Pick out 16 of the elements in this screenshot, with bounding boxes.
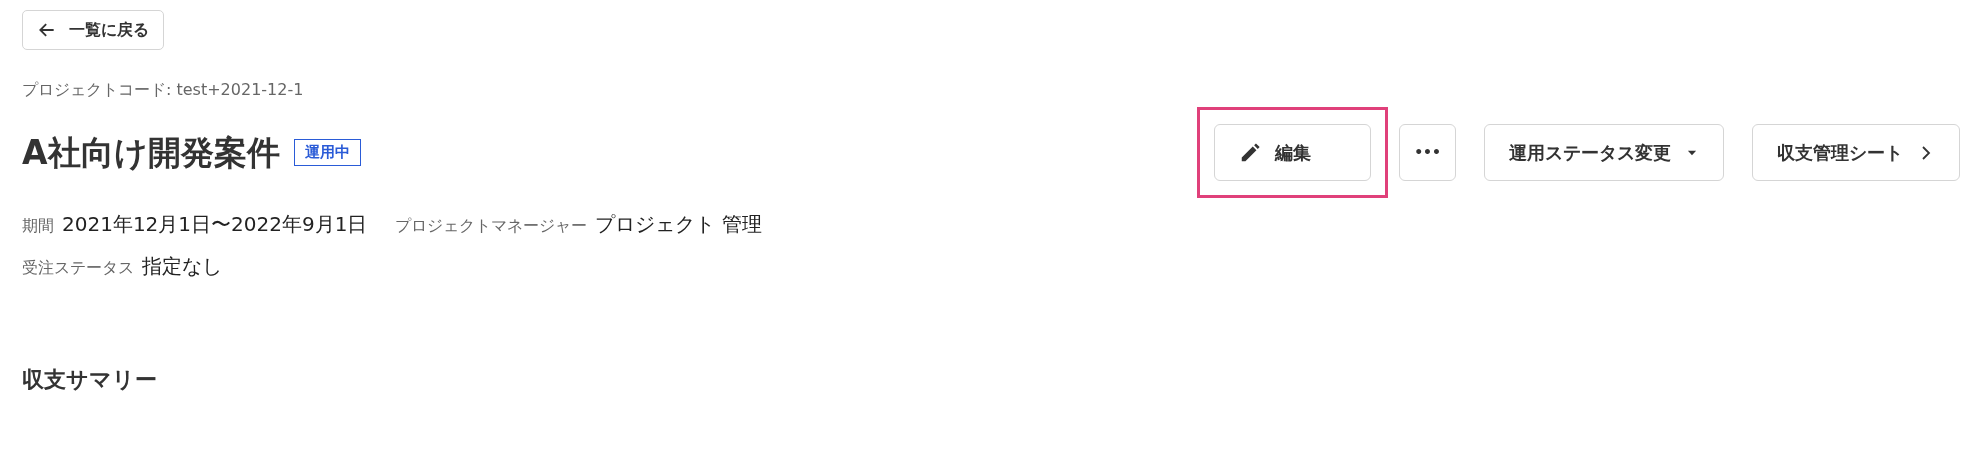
field-label: 期間: [22, 215, 54, 237]
pencil-icon: [1239, 141, 1262, 164]
field-value: プロジェクト 管理: [595, 211, 762, 238]
field-value: 2021年12月1日〜2022年9月1日: [62, 211, 368, 238]
field-value: 指定なし: [142, 253, 222, 280]
field-label: 受注ステータス: [22, 257, 134, 279]
sheet-link-button[interactable]: 収支管理シート: [1752, 124, 1960, 181]
status-dropdown[interactable]: 運用ステータス変更: [1484, 124, 1724, 181]
page-title: A社向け開発案件: [22, 132, 280, 173]
edit-button[interactable]: 編集: [1214, 124, 1372, 181]
field-label: プロジェクトマネージャー: [395, 215, 588, 237]
section-title: 収支サマリー: [22, 366, 158, 394]
project-code: プロジェクトコード: test+2021-12-1: [22, 79, 305, 101]
back-button[interactable]: 一覧に戻る: [22, 10, 164, 50]
more-button[interactable]: •••: [1399, 124, 1456, 181]
status-tag: 運用中: [293, 139, 361, 166]
